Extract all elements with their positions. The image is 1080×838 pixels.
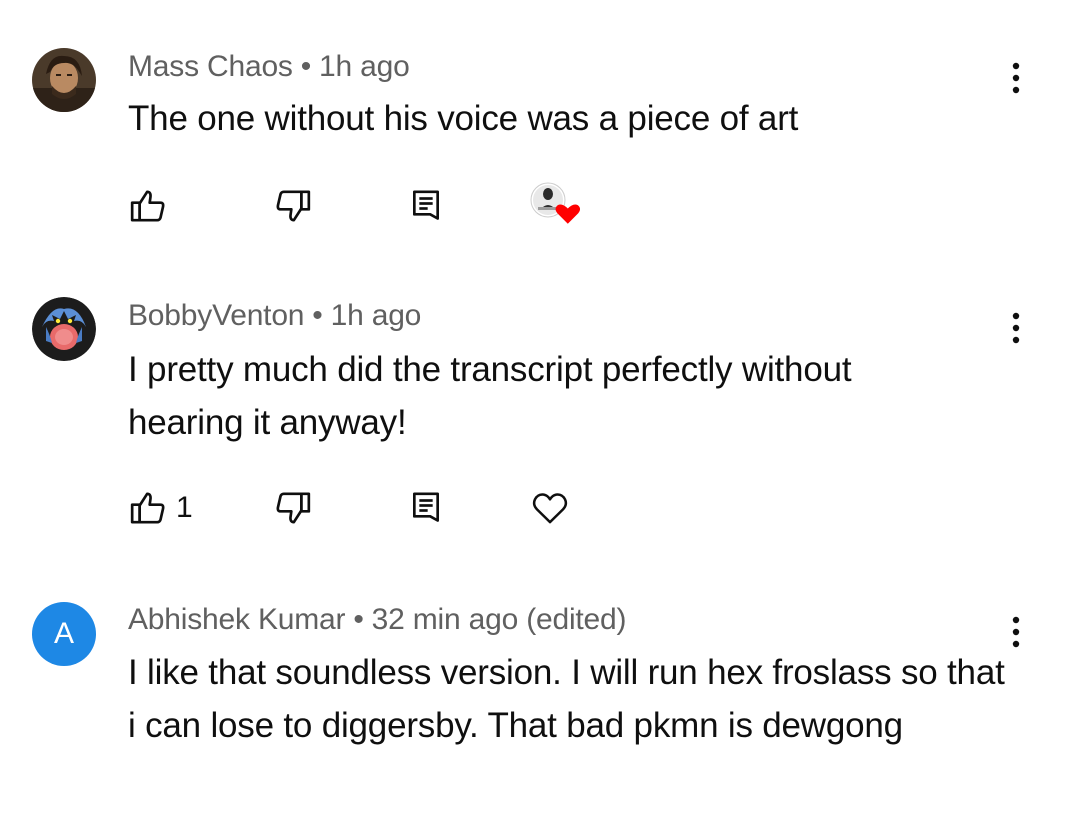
more-vert-icon[interactable]: [996, 56, 1036, 100]
creator-heart[interactable]: [528, 180, 584, 232]
thumbs-down-icon: [273, 186, 313, 226]
comment-meta: BobbyVenton • 1h ago: [128, 299, 421, 333]
reply-button[interactable]: [406, 488, 446, 528]
avatar[interactable]: [32, 48, 96, 112]
dislike-button[interactable]: [273, 488, 313, 528]
comment-text: I like that soundless version. I will ru…: [128, 653, 1005, 745]
heart-icon: [530, 488, 570, 528]
reply-button[interactable]: [406, 186, 446, 226]
avatar[interactable]: [32, 297, 96, 361]
thumbs-up-icon: [128, 488, 168, 528]
comment-meta: Abhishek Kumar • 32 min ago (edited): [128, 603, 627, 637]
reply-icon: [406, 186, 446, 226]
heart-button[interactable]: [530, 488, 570, 528]
meta-separator: •: [300, 50, 312, 83]
comment-time: 1h ago: [330, 299, 422, 332]
avatar-letter: A: [53, 617, 74, 650]
comment-time: 1h ago: [319, 50, 410, 83]
like-button[interactable]: 1: [128, 488, 193, 528]
dislike-button[interactable]: [273, 186, 313, 226]
comment-text: The one without his voice was a piece of…: [128, 99, 799, 138]
meta-separator: •: [353, 603, 364, 636]
avatar[interactable]: A: [32, 602, 96, 666]
comment-text: I pretty much did the transcript perfect…: [128, 350, 852, 442]
comment-meta: Mass Chaos • 1h ago: [128, 50, 410, 84]
reply-icon: [406, 488, 446, 528]
comment-author[interactable]: Abhishek Kumar: [128, 603, 346, 636]
more-vert-icon[interactable]: [996, 610, 1036, 654]
creator-heart-icon: [528, 180, 584, 232]
comment-author[interactable]: Mass Chaos: [128, 50, 293, 83]
thumbs-up-icon: [128, 186, 168, 226]
comment-author[interactable]: BobbyVenton: [128, 299, 304, 332]
thumbs-down-icon: [273, 488, 313, 528]
meta-separator: •: [312, 299, 323, 332]
more-vert-icon[interactable]: [996, 306, 1036, 350]
like-count: 1: [176, 491, 193, 524]
like-button[interactable]: [128, 186, 168, 226]
comment-time: 32 min ago (edited): [371, 603, 627, 636]
